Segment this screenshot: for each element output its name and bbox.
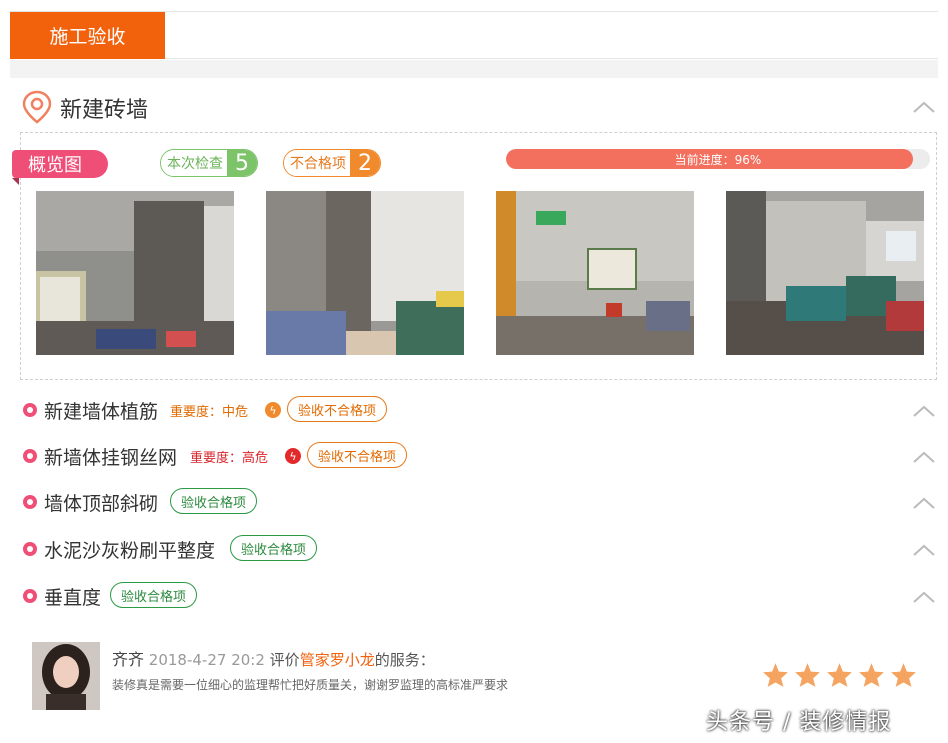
photo-4[interactable] <box>726 191 924 355</box>
checklist-item-title: 新墙体挂钢丝网 <box>44 447 178 469</box>
pass-status-badge: 验收合格项 <box>230 535 318 561</box>
checklist-item-title: 水泥沙灰粉刷平整度 <box>44 540 216 562</box>
star-icon <box>763 663 788 687</box>
construction-photo-icon <box>726 191 924 355</box>
star-icon <box>795 663 820 687</box>
section-title: 新建砖墙 <box>60 98 149 123</box>
review-date: 2018-4-27 20:2 <box>148 651 265 669</box>
top-tab-bar: 施工验收 <box>10 11 938 59</box>
progress-text: 当前进度：96% <box>674 152 762 167</box>
photo-1[interactable] <box>36 191 234 355</box>
checklist-item[interactable]: 垂直度 验收合格项 <box>20 577 938 613</box>
lightning-icon: ϟ <box>265 402 281 418</box>
lightning-icon: ϟ <box>285 448 301 464</box>
chevron-up-icon[interactable] <box>912 100 936 114</box>
review-text: 装修真是需要一位细心的监理帮忙把好质量关，谢谢罗监理的高标准严要求 <box>112 678 509 692</box>
bullet-icon <box>23 449 37 463</box>
avatar[interactable] <box>32 642 100 710</box>
checklist-item[interactable]: 水泥沙灰粉刷平整度 验收合格项 <box>20 530 938 566</box>
fail-count-value: 2 <box>350 150 380 176</box>
checklist-item[interactable]: 新墙体挂钢丝网 重要度：高危 ϟ 验收不合格项 <box>20 437 938 473</box>
ribbon-fold <box>12 178 19 185</box>
bullet-icon <box>23 403 37 417</box>
fail-count-badge: 不合格项 2 <box>283 149 381 177</box>
star-icon <box>827 663 852 687</box>
rating-stars <box>762 662 917 688</box>
construction-photo-icon <box>36 191 234 355</box>
pass-status-badge: 验收合格项 <box>110 582 198 608</box>
bullet-icon <box>23 589 37 603</box>
chevron-up-icon[interactable] <box>912 496 936 510</box>
construction-photo-icon <box>496 191 694 355</box>
section-divider <box>10 60 938 78</box>
chevron-up-icon[interactable] <box>912 404 936 418</box>
checklist-item[interactable]: 墙体顶部斜砌 验收合格项 <box>20 483 938 519</box>
review-prefix: 评价 <box>269 651 300 669</box>
reviewer-line: 齐齐 2018-4-27 20:2 评价管家罗小龙的服务： <box>112 646 435 670</box>
photo-3[interactable] <box>496 191 694 355</box>
severity-label: 重要度：高危 <box>190 451 269 466</box>
check-count-badge: 本次检查 5 <box>160 149 258 177</box>
fail-status-badge: 验收不合格项 <box>287 396 388 422</box>
chevron-up-icon[interactable] <box>912 543 936 557</box>
pass-status-badge: 验收合格项 <box>170 488 258 514</box>
check-count-value: 5 <box>227 150 257 176</box>
checklist-item[interactable]: 新建墙体植筋 重要度：中危 ϟ 验收不合格项 <box>20 391 938 427</box>
bullet-icon <box>23 542 37 556</box>
star-icon <box>891 663 916 687</box>
chevron-up-icon[interactable] <box>912 590 936 604</box>
review-suffix: 的服务： <box>374 651 435 669</box>
severity-label: 重要度：中危 <box>170 405 249 420</box>
section-header[interactable]: 新建砖墙 <box>18 84 938 128</box>
check-count-label: 本次检查 <box>161 150 227 176</box>
checklist-item-title: 新建墙体植筋 <box>44 401 159 423</box>
overview-ribbon: 概览图 <box>12 150 108 178</box>
star-icon <box>859 663 884 687</box>
bullet-icon <box>23 495 37 509</box>
fail-status-badge: 验收不合格项 <box>307 442 408 468</box>
tab-construction-acceptance[interactable]: 施工验收 <box>10 12 165 59</box>
user-avatar-icon <box>32 642 100 710</box>
checklist-item-title: 墙体顶部斜砌 <box>44 493 159 515</box>
reviewer-name[interactable]: 齐齐 <box>112 650 144 669</box>
photo-2[interactable] <box>266 191 464 355</box>
location-pin-icon <box>22 90 52 124</box>
steward-name[interactable]: 管家罗小龙 <box>300 651 375 669</box>
fail-count-label: 不合格项 <box>284 150 350 176</box>
checklist-item-title: 垂直度 <box>44 587 102 609</box>
construction-photo-icon <box>266 191 464 355</box>
watermark: 头条号 / 装修情报 <box>706 710 892 735</box>
chevron-up-icon[interactable] <box>912 450 936 464</box>
